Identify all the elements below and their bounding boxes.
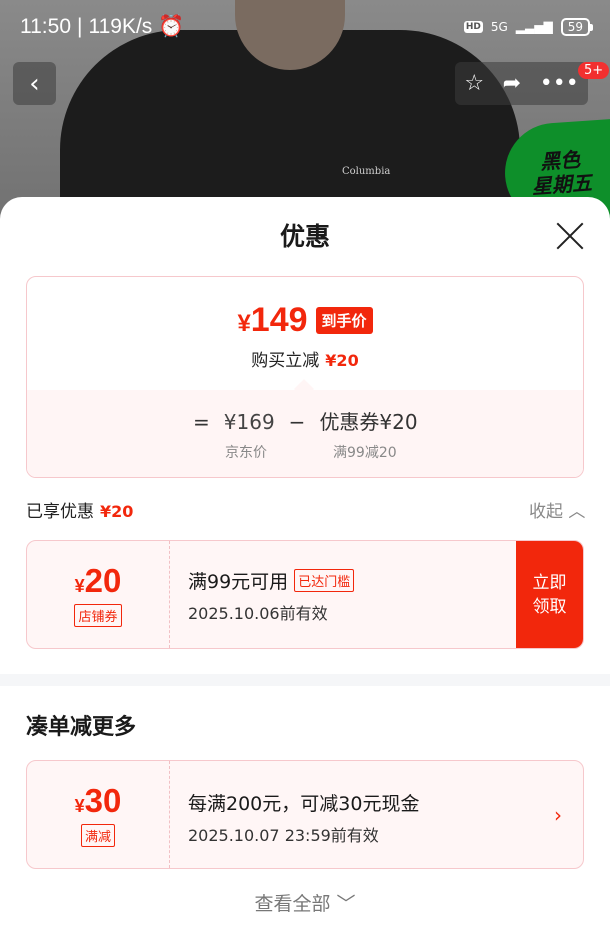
more-discount-title: 凑单减更多: [26, 715, 137, 740]
discount-sheet: 优惠 ¥149 到手价 购买立减 ¥20 = ¥169 − 优惠券¥20 京东价 …: [0, 197, 610, 929]
message-badge: 5+: [578, 62, 610, 79]
collapse-button[interactable]: 收起 ︿: [529, 497, 585, 522]
more-icon[interactable]: •••: [540, 71, 579, 96]
top-actions: ☆ ➦ •••: [455, 62, 588, 105]
coupon-amount: 优惠券¥20: [319, 410, 418, 434]
coupon-amount-number: 20: [84, 562, 122, 599]
buy-save-label: 购买立减: [251, 351, 320, 371]
section-divider: [0, 674, 610, 686]
hd-icon: HD: [463, 21, 483, 33]
currency-symbol: ¥: [237, 310, 251, 337]
claim-line2: 领取: [532, 596, 567, 617]
clock: 11:50: [20, 15, 71, 38]
discount-amount-value: ¥30: [75, 782, 122, 820]
close-icon[interactable]: [555, 221, 585, 251]
claim-coupon-button[interactable]: 立即 领取: [516, 541, 583, 648]
price-breakdown: = ¥169 − 优惠券¥20 京东价 满99减20: [27, 390, 583, 477]
view-all-button[interactable]: 查看全部 ﹀: [0, 889, 610, 916]
store-coupon-card: ¥20 店铺券 满99元可用 已达门槛 2025.10.06前有效 立即领取: [26, 540, 584, 649]
full-reduction-card[interactable]: ¥30 满减 每满200元，可减30元现金 2025.10.07 23:59前有…: [26, 760, 584, 869]
promo-line1: 黑色: [539, 147, 581, 175]
coupon-condition: 满99减20: [333, 445, 397, 461]
discount-value: ¥30 满减: [27, 761, 170, 868]
back-button[interactable]: ‹: [13, 62, 56, 105]
promo-line2: 星期五: [531, 170, 593, 199]
battery-icon: 59: [560, 18, 594, 36]
coupon-value: ¥20 店铺券: [27, 541, 170, 648]
coupon-condition-row: 满99元可用 已达门槛: [188, 567, 516, 594]
collapse-label: 收起: [529, 502, 563, 522]
signal-icon: ▂▃▅▇: [515, 20, 553, 34]
alarm-icon: ⏰: [158, 15, 185, 38]
battery-level: 59: [567, 20, 583, 34]
discount-amount-number: 30: [84, 782, 122, 819]
claim-line1: 立即: [532, 572, 567, 593]
threshold-met-badge: 已达门槛: [294, 569, 355, 592]
enjoyed-value: ¥20: [100, 502, 134, 521]
view-all-label: 查看全部: [254, 893, 331, 915]
price-formula: = ¥169 − 优惠券¥20: [193, 406, 418, 435]
discount-description: 每满200元，可减30元现金: [188, 793, 420, 815]
chevron-left-icon: ‹: [29, 68, 40, 99]
buy-save-value: ¥20: [325, 351, 359, 370]
discount-validity: 2025.10.07 23:59前有效: [188, 826, 379, 845]
coupon-validity: 2025.10.06前有效: [188, 604, 328, 623]
enjoyed-discount: 已享优惠 ¥20: [26, 497, 133, 522]
final-price-value: 149: [250, 301, 308, 339]
coupon-amount-value: ¥20: [75, 562, 122, 600]
jd-price: ¥169: [223, 410, 275, 434]
enjoyed-label: 已享优惠: [26, 502, 94, 522]
final-price-row: ¥149 到手价: [237, 301, 373, 340]
coupon-type-tag: 店铺券: [74, 604, 122, 627]
discount-details: 每满200元，可减30元现金 2025.10.07 23:59前有效: [170, 761, 533, 868]
currency-symbol: ¥: [74, 576, 85, 596]
jd-price-label: 京东价: [225, 445, 267, 461]
status-right: HD 5G ▂▃▅▇ 59: [463, 18, 594, 36]
final-price: ¥149: [237, 301, 307, 340]
currency-symbol: ¥: [74, 796, 85, 816]
star-icon[interactable]: ☆: [464, 71, 484, 96]
status-bar: 11:50 | 119K/s ⏰ HD 5G ▂▃▅▇ 59: [0, 0, 610, 54]
network-type: 5G: [490, 20, 508, 34]
chevron-right-icon[interactable]: ›: [533, 761, 583, 868]
chevron-down-icon: ﹀: [336, 893, 356, 915]
sheet-title: 优惠: [279, 222, 330, 251]
chevron-up-icon: ︿: [568, 502, 586, 522]
share-icon[interactable]: ➦: [503, 71, 521, 96]
price-top: ¥149 到手价 购买立减 ¥20: [27, 277, 583, 390]
buy-save-row: 购买立减 ¥20: [251, 346, 358, 371]
price-summary-card: ¥149 到手价 购买立减 ¥20 = ¥169 − 优惠券¥20 京东价 满99…: [26, 276, 584, 478]
separator: |: [77, 15, 83, 38]
brand-logo: Columbia: [342, 166, 391, 177]
coupon-details: 满99元可用 已达门槛 2025.10.06前有效: [170, 541, 516, 648]
equals-sign: =: [193, 410, 210, 434]
coupon-condition: 满99元可用: [188, 571, 289, 593]
final-price-tag: 到手价: [315, 307, 373, 334]
discount-type-tag: 满减: [80, 824, 115, 847]
status-left: 11:50 | 119K/s ⏰: [20, 15, 184, 39]
network-speed: 119K/s: [88, 15, 153, 38]
minus-sign: −: [288, 410, 306, 434]
